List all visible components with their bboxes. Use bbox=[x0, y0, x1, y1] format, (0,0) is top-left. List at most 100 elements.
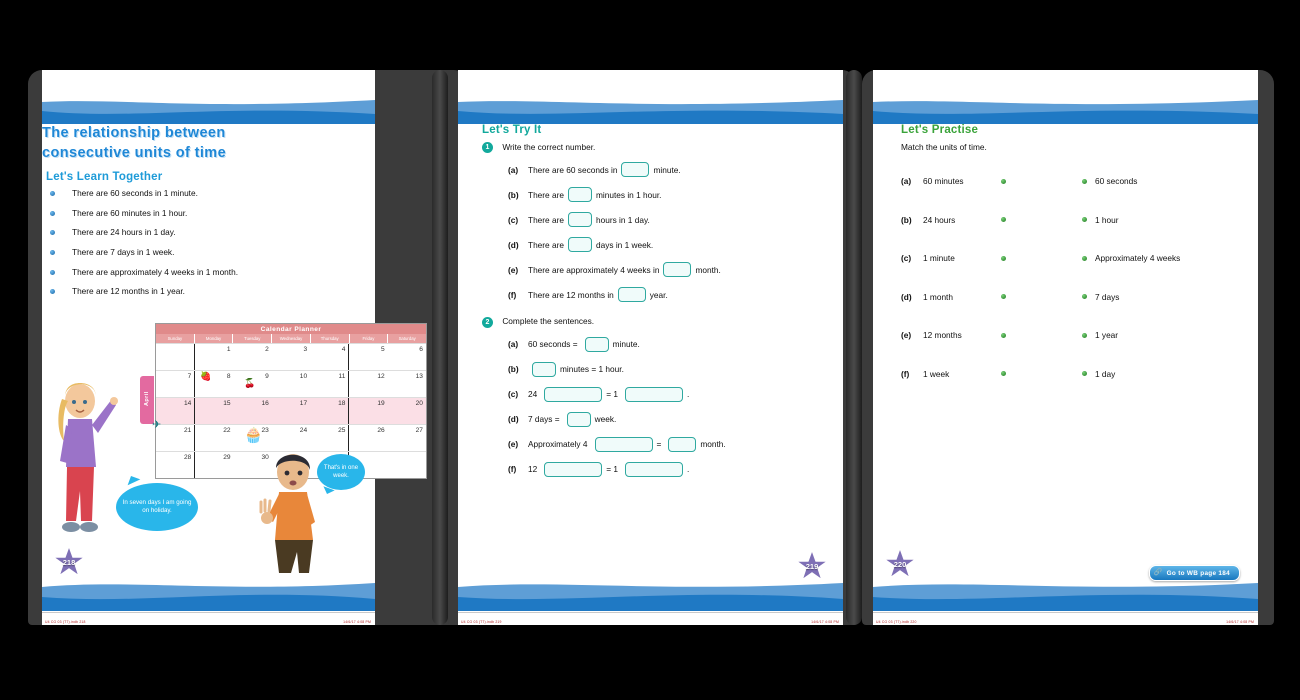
airplane-icon: ✈ bbox=[152, 419, 162, 431]
calendar-day-number: 8 bbox=[226, 373, 231, 380]
item-text: week. bbox=[594, 413, 617, 424]
calendar-day-cell: 6 bbox=[388, 344, 426, 370]
item-text-before: There are approximately 4 weeks in bbox=[528, 264, 660, 275]
calendar-day-cell: 16 bbox=[234, 398, 272, 424]
match-left-dot-icon[interactable] bbox=[1001, 178, 1006, 184]
page-219[interactable]: Let's Try It 1 Write the correct number.… bbox=[458, 70, 843, 625]
match-row: (f) 1 week 1 day bbox=[901, 355, 1230, 394]
page-220[interactable]: Let's Practise Match the units of time. … bbox=[873, 70, 1258, 625]
answer-blank[interactable] bbox=[617, 287, 646, 303]
item-label: (f) bbox=[508, 289, 517, 300]
footer-left-text: U4 CG 03 (T7).indb 218 bbox=[45, 620, 86, 624]
calendar-day-cell bbox=[388, 452, 426, 478]
book-spine-left bbox=[432, 70, 448, 625]
match-label: (b) bbox=[901, 214, 912, 225]
answer-blank[interactable] bbox=[567, 187, 592, 203]
match-right-dot-icon[interactable] bbox=[1082, 371, 1087, 377]
calendar-day-header: Tuesday bbox=[233, 334, 273, 343]
answer-blank[interactable] bbox=[544, 461, 603, 477]
calendar-day-number: 29 bbox=[223, 454, 231, 461]
exercise-1-item: (b) There are minutes in 1 hour. bbox=[508, 187, 819, 203]
match-right-dot-icon[interactable] bbox=[1082, 217, 1087, 223]
match-left-dot-icon[interactable] bbox=[1001, 332, 1006, 338]
match-instruction: Match the units of time. bbox=[901, 142, 987, 152]
item-text: = 1 bbox=[606, 463, 618, 474]
calendar-day-cell: 1 bbox=[194, 344, 233, 370]
cherries-icon: 🍒 bbox=[244, 378, 256, 388]
match-left-text: 1 week bbox=[923, 368, 950, 379]
match-left-dot-icon[interactable] bbox=[1001, 371, 1006, 377]
calendar-day-cell: 15 bbox=[194, 398, 233, 424]
calendar-day-cell: 14 bbox=[156, 398, 194, 424]
calendar-day-cell: 12 bbox=[348, 371, 387, 397]
learn-bullet-item: There are 24 hours in 1 day. bbox=[46, 228, 375, 237]
match-right-dot-icon[interactable] bbox=[1082, 255, 1087, 261]
match-left-dot-icon[interactable] bbox=[1001, 217, 1006, 223]
item-text: minute. bbox=[612, 338, 640, 349]
calendar-day-number: 19 bbox=[377, 400, 385, 407]
calendar-week-row: 1 2 3 4 5 6 bbox=[156, 343, 426, 370]
answer-blank[interactable] bbox=[567, 212, 592, 228]
item-text-after: days in 1 week. bbox=[595, 239, 654, 250]
learn-bullet-item: There are approximately 4 weeks in 1 mon… bbox=[46, 267, 375, 277]
item-text: = bbox=[656, 438, 662, 449]
learn-bullet-text: There are 7 days in 1 week. bbox=[72, 247, 175, 257]
answer-blank[interactable] bbox=[625, 386, 683, 402]
answer-blank[interactable] bbox=[594, 436, 653, 452]
exercise-2-item: (d) 7 days = week. bbox=[508, 411, 819, 427]
girl-character bbox=[56, 375, 118, 567]
match-right-dot-icon[interactable] bbox=[1082, 294, 1087, 300]
match-right-dot-icon[interactable] bbox=[1082, 178, 1087, 184]
calendar-day-cell: 21 bbox=[156, 425, 194, 451]
item-label: (e) bbox=[508, 438, 519, 449]
exercise-1-items: (a) There are 60 seconds in minute. (b) Ther… bbox=[482, 162, 819, 303]
match-right-text: Approximately 4 weeks bbox=[1095, 253, 1181, 264]
calendar-day-header: Thursday bbox=[311, 334, 350, 343]
item-text: 60 seconds = bbox=[528, 338, 578, 349]
match-right-text: 60 seconds bbox=[1095, 176, 1138, 187]
answer-blank[interactable] bbox=[567, 237, 592, 253]
footer-left-text: U4 CG 03 (T7).indb 219 bbox=[461, 620, 502, 624]
footer-right-text: 14/6/17 4:08 PM bbox=[343, 620, 371, 624]
top-wave-banner bbox=[42, 98, 375, 124]
answer-blank[interactable] bbox=[566, 411, 591, 427]
calendar-month-tab: April bbox=[140, 376, 154, 424]
calendar-day-number: 12 bbox=[377, 373, 385, 380]
calendar-day-number: 2 bbox=[265, 346, 269, 353]
page-footer: U4 CG 03 (T7).indb 218 14/6/17 4:08 PM bbox=[42, 612, 375, 625]
exercise-2-instruction-row: 2 Complete the sentences. bbox=[482, 316, 819, 328]
answer-blank[interactable] bbox=[584, 336, 609, 352]
item-label: (c) bbox=[508, 388, 519, 399]
item-text-after: month. bbox=[695, 264, 721, 275]
calendar-day-number: 28 bbox=[183, 454, 192, 461]
calendar-day-cell: 17 bbox=[272, 398, 310, 424]
bullet-dot-icon bbox=[50, 230, 55, 236]
answer-blank[interactable] bbox=[621, 162, 650, 178]
footer-left-text: U4 CG 03 (T7).indb 220 bbox=[876, 620, 917, 624]
calendar-day-number: 10 bbox=[299, 373, 308, 380]
page-218[interactable]: The relationship between consecutive uni… bbox=[42, 70, 427, 625]
answer-blank[interactable] bbox=[532, 361, 556, 377]
match-left-dot-icon[interactable] bbox=[1001, 294, 1006, 300]
item-text-after: minute. bbox=[653, 164, 681, 175]
match-left-text: 12 months bbox=[923, 330, 962, 341]
answer-blank[interactable] bbox=[668, 436, 697, 452]
item-text: 7 days = bbox=[528, 413, 560, 424]
match-right-dot-icon[interactable] bbox=[1082, 332, 1087, 338]
exercise-1-instruction-row: 1 Write the correct number. bbox=[482, 142, 819, 154]
item-text-before: There are bbox=[528, 239, 564, 250]
calendar-day-cell: 19 bbox=[348, 398, 387, 424]
answer-blank[interactable] bbox=[625, 461, 683, 477]
answer-blank[interactable] bbox=[544, 386, 603, 402]
calendar-day-number: 4 bbox=[341, 346, 346, 353]
bullet-dot-icon bbox=[50, 289, 55, 295]
answer-blank[interactable] bbox=[663, 262, 692, 278]
item-label: (a) bbox=[508, 338, 519, 349]
top-wave-banner bbox=[458, 98, 843, 124]
match-left-dot-icon[interactable] bbox=[1001, 255, 1006, 261]
calendar-day-header: Wednesday bbox=[272, 334, 311, 343]
match-row: (e) 12 months 1 year bbox=[901, 316, 1230, 355]
calendar-day-number: 20 bbox=[415, 400, 423, 407]
item-label: (e) bbox=[508, 264, 519, 275]
match-label: (f) bbox=[901, 368, 910, 379]
